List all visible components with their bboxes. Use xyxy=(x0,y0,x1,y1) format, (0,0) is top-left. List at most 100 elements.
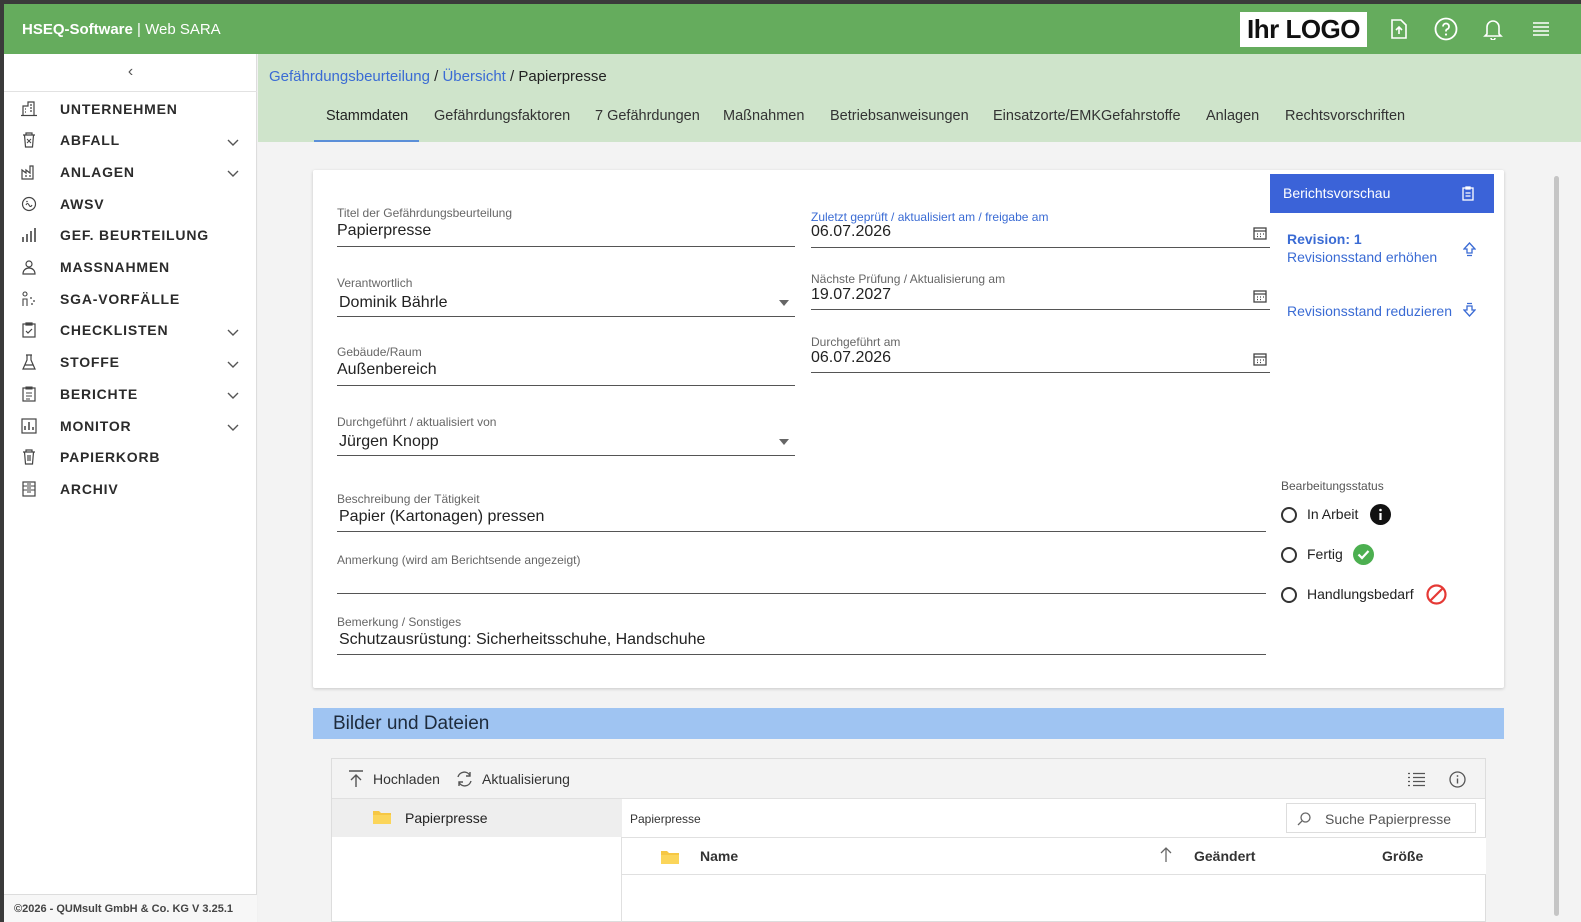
footer-copyright: ©2026 - QUMsult GmbH & Co. KG V 3.25.1 xyxy=(4,894,257,922)
description-field[interactable]: Beschreibung der Tätigkeit Papier (Karto… xyxy=(337,492,1266,532)
flask-icon xyxy=(21,354,37,370)
file-search-input[interactable]: Suche Papierpresse xyxy=(1286,803,1476,833)
sidebar-item-label: GEF. BEURTEILUNG xyxy=(60,227,209,244)
current-path: Papierpresse xyxy=(630,812,701,826)
description-input[interactable]: Papier (Kartonagen) pressen xyxy=(339,508,544,526)
tab-anlagen[interactable]: Anlagen xyxy=(1206,108,1259,142)
title-field[interactable]: Titel der Gefährdungsbeurteilung Papierp… xyxy=(337,206,795,247)
chevron-down-icon[interactable] xyxy=(227,387,239,405)
sidebar-item-abfall[interactable]: ABFALL xyxy=(4,125,257,156)
building-input[interactable]: Außenbereich xyxy=(337,361,437,379)
sidebar-item-label: ARCHIV xyxy=(60,480,119,497)
collapse-sidebar-button[interactable]: ‹ xyxy=(4,54,257,92)
sidebar-item-gef-beurteilung[interactable]: GEF. BEURTEILUNG xyxy=(4,220,257,251)
breadcrumb: Gefährdungsbeurteilung / Übersicht / Pap… xyxy=(269,68,607,85)
sidebar-item-unternehmen[interactable]: UNTERNEHMEN xyxy=(4,93,257,124)
company-logo: Ihr LOGO xyxy=(1240,12,1367,47)
file-manager-toolbar: Hochladen Aktualisierung xyxy=(332,759,1485,799)
status-label-done: Fertig xyxy=(1307,546,1343,562)
sidebar-item-papierkorb[interactable]: PAPIERKORB xyxy=(4,442,257,473)
upload-icon xyxy=(349,770,363,787)
refresh-button[interactable]: Aktualisierung xyxy=(455,770,570,788)
sidebar-item-sga-vorfälle[interactable]: SGA-VORFÄLLE xyxy=(4,283,257,314)
remark-field[interactable]: Bemerkung / Sonstiges Schutzausrüstung: … xyxy=(337,615,1266,655)
clipboard-check-icon xyxy=(21,322,37,338)
sidebar-item-archiv[interactable]: ARCHIV xyxy=(4,473,257,504)
chevron-down-icon[interactable] xyxy=(227,419,239,437)
executed-by-select[interactable]: Durchgeführt / aktualisiert von Jürgen K… xyxy=(337,415,795,456)
calendar-icon[interactable] xyxy=(1253,226,1267,240)
list-view-icon[interactable] xyxy=(1407,772,1426,787)
files-section-header: Bilder und Dateien xyxy=(313,708,1504,739)
sidebar-item-checklisten[interactable]: CHECKLISTEN xyxy=(4,315,257,346)
measures-icon xyxy=(21,259,37,275)
executed-on-date-field[interactable]: Durchgeführt am 06.07.2026 xyxy=(811,335,1270,373)
help-icon[interactable] xyxy=(1433,16,1459,42)
last-checked-date-field[interactable]: Zuletzt geprüft / aktualisiert am / frei… xyxy=(811,210,1270,248)
info-icon xyxy=(1370,504,1391,525)
calendar-icon[interactable] xyxy=(1253,289,1267,303)
scrollbar-thumb[interactable] xyxy=(1554,176,1559,916)
master-data-card: Titel der Gefährdungsbeurteilung Papierp… xyxy=(313,170,1504,688)
tab-rechtsvorschriften[interactable]: Rechtsvorschriften xyxy=(1285,108,1405,142)
page-scrollbar[interactable] xyxy=(1553,152,1560,922)
sidebar-item-label: CHECKLISTEN xyxy=(60,322,169,339)
bell-icon[interactable] xyxy=(1480,16,1506,42)
status-radio-in-progress[interactable] xyxy=(1281,507,1297,523)
sort-ascending-icon[interactable] xyxy=(1160,846,1172,863)
sidebar-item-label: ABFALL xyxy=(60,132,121,149)
calendar-icon[interactable] xyxy=(1253,352,1267,366)
sidebar-item-label: UNTERNEHMEN xyxy=(60,100,178,117)
tab-massnahmen[interactable]: Maßnahmen xyxy=(723,108,804,142)
chevron-down-icon[interactable] xyxy=(227,134,239,152)
annotation-field[interactable]: Anmerkung (wird am Berichtsende angezeig… xyxy=(337,553,1266,594)
refresh-icon xyxy=(457,771,472,787)
tab-betriebsanweisungen[interactable]: Betriebsanweisungen xyxy=(830,108,969,142)
sidebar-item-anlagen[interactable]: ANLAGEN xyxy=(4,156,257,187)
sidebar-item-stoffe[interactable]: STOFFE xyxy=(4,347,257,378)
details-info-icon[interactable] xyxy=(1449,771,1466,788)
status-radio-done[interactable] xyxy=(1281,547,1297,563)
sidebar-item-monitor[interactable]: MONITOR xyxy=(4,410,257,441)
chevron-down-icon[interactable] xyxy=(227,165,239,183)
chevron-down-icon[interactable] xyxy=(227,324,239,342)
sidebar-item-label: MONITOR xyxy=(60,417,132,434)
menu-icon[interactable] xyxy=(1528,16,1554,42)
increase-revision-link[interactable]: Revisionsstand erhöhen xyxy=(1287,249,1437,265)
breadcrumb-tab-bar: Gefährdungsbeurteilung / Übersicht / Pap… xyxy=(258,54,1581,142)
factory-icon xyxy=(21,164,37,180)
tab-gefaehrdungen[interactable]: 7 Gefährdungen xyxy=(595,108,700,142)
column-size[interactable]: Größe xyxy=(1382,848,1423,864)
breadcrumb-link-assessment[interactable]: Gefährdungsbeurteilung xyxy=(269,68,430,85)
sidebar-item-label: MASSNAHMEN xyxy=(60,259,170,275)
column-modified[interactable]: Geändert xyxy=(1194,848,1255,864)
check-circle-icon xyxy=(1353,544,1374,565)
remark-input[interactable]: Schutzausrüstung: Sicherheitsschuhe, Han… xyxy=(339,631,705,649)
sidebar-item-label: BERICHTE xyxy=(60,385,138,402)
arrow-down-icon[interactable] xyxy=(1463,302,1476,317)
tab-gefaehrdungsfaktoren[interactable]: Gefährdungsfaktoren xyxy=(434,108,570,142)
file-list-panel: Papierpresse Suche Papierpresse Name Geä… xyxy=(622,799,1486,922)
report-preview-button[interactable]: Berichtsvorschau xyxy=(1270,174,1494,213)
building-field[interactable]: Gebäude/Raum Außenbereich xyxy=(337,345,795,386)
status-radio-action-required[interactable] xyxy=(1281,587,1297,603)
next-check-date-field[interactable]: Nächste Prüfung / Aktualisierung am 19.0… xyxy=(811,272,1270,310)
folder-tree: Papierpresse xyxy=(332,799,622,922)
tab-stammdaten[interactable]: Stammdaten xyxy=(314,108,419,142)
column-name[interactable]: Name xyxy=(700,848,738,864)
file-list-header: Name Geändert Größe xyxy=(622,837,1486,875)
arrow-up-icon[interactable] xyxy=(1463,242,1476,257)
sidebar-item-awsv[interactable]: AWSV xyxy=(4,188,257,219)
sidebar-item-berichte[interactable]: BERICHTE xyxy=(4,378,257,409)
upload-button[interactable]: Hochladen xyxy=(348,770,440,788)
tab-einsatzorte[interactable]: Einsatzorte/EMKGefahrstoffe xyxy=(993,108,1181,142)
folder-tree-item[interactable]: Papierpresse xyxy=(332,799,622,837)
title-input[interactable]: Papierpresse xyxy=(337,222,431,240)
breadcrumb-link-overview[interactable]: Übersicht xyxy=(442,68,505,85)
sidebar-item-massnahmen[interactable]: MASSNAHMEN xyxy=(4,252,257,283)
responsible-select[interactable]: Verantwortlich Dominik Bährle xyxy=(337,276,795,317)
chevron-down-icon[interactable] xyxy=(227,356,239,374)
trash-icon xyxy=(21,449,37,465)
upload-file-icon[interactable] xyxy=(1386,16,1412,42)
decrease-revision-link[interactable]: Revisionsstand reduzieren xyxy=(1287,303,1452,319)
